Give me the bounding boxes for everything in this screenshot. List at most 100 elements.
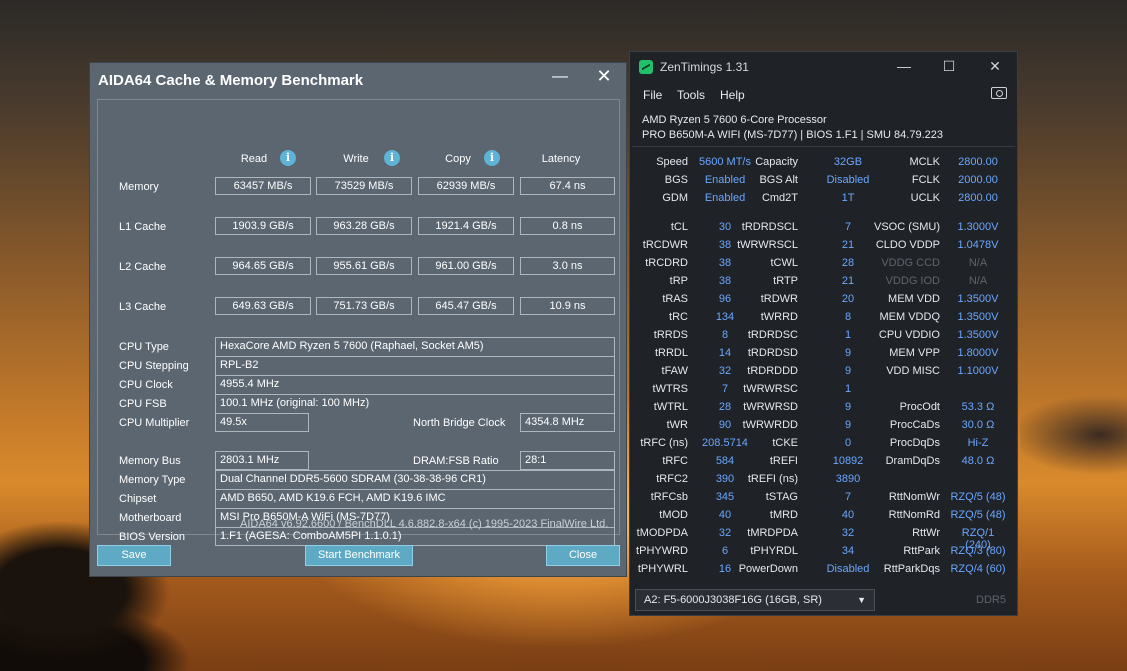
aida64-window: AIDA64 Cache & Memory Benchmark — ✕ Read… bbox=[89, 62, 627, 577]
memory-type-label: Memory Type bbox=[119, 474, 186, 486]
l3-latency-value: 10.9 ns bbox=[520, 297, 615, 315]
timing-label: PowerDown bbox=[738, 563, 798, 575]
summary-label: Speed bbox=[656, 156, 688, 168]
timing-value: 9 bbox=[844, 401, 852, 413]
zentimings-titlebar[interactable]: ZenTimings 1.31 — ☐ ✕ bbox=[630, 52, 1017, 82]
cpu-stepping-value: RPL-B2 bbox=[215, 356, 615, 375]
row-label-memory: Memory bbox=[119, 181, 159, 193]
timing-value: 1.3500V bbox=[957, 311, 999, 323]
summary-label: Capacity bbox=[755, 156, 798, 168]
l3-copy-value: 645.47 GB/s bbox=[418, 297, 514, 315]
timing-label: tMOD bbox=[659, 509, 688, 521]
timing-label: RttNomRd bbox=[888, 509, 940, 521]
timing-label: tWRRD bbox=[760, 311, 798, 323]
close-icon[interactable]: ✕ bbox=[594, 66, 614, 87]
timing-value: 32 bbox=[841, 527, 855, 539]
dimm-select[interactable]: A2: F5-6000J3038F16G (16GB, SR) ▼ bbox=[635, 589, 875, 611]
write-info-icon[interactable]: i bbox=[384, 150, 400, 166]
summary-value: 2000.00 bbox=[958, 174, 998, 186]
l2-read-value: 964.65 GB/s bbox=[215, 257, 311, 275]
zentimings-logo-icon bbox=[639, 60, 653, 74]
timing-label: tRRDS bbox=[653, 329, 688, 341]
header-divider bbox=[632, 146, 1015, 147]
row-label-l1: L1 Cache bbox=[119, 221, 167, 233]
timing-value: 1 bbox=[844, 329, 852, 341]
timing-value: 1.3000V bbox=[957, 221, 999, 233]
dimm-select-value: A2: F5-6000J3038F16G (16GB, SR) bbox=[644, 594, 822, 606]
timing-label: tRFC2 bbox=[656, 473, 688, 485]
timing-value: RZQ/5 (48) bbox=[950, 509, 1006, 521]
timing-label: tPHYWRL bbox=[637, 563, 688, 575]
close-button[interactable]: Close bbox=[546, 545, 620, 566]
chipset-label: Chipset bbox=[119, 493, 157, 505]
timing-label: ProcOdt bbox=[899, 401, 940, 413]
timing-label: RttParkDqs bbox=[883, 563, 940, 575]
timing-label: RttPark bbox=[903, 545, 940, 557]
timing-value: N/A bbox=[968, 275, 988, 287]
start-benchmark-button[interactable]: Start Benchmark bbox=[305, 545, 413, 566]
cpu-clock-value: 4955.4 MHz bbox=[215, 375, 615, 394]
minimize-icon[interactable]: — bbox=[550, 68, 570, 86]
timing-label: VSOC (SMU) bbox=[874, 221, 940, 233]
memory-write-value: 73529 MB/s bbox=[316, 177, 412, 195]
l3-read-value: 649.63 GB/s bbox=[215, 297, 311, 315]
l3-write-value: 751.73 GB/s bbox=[316, 297, 412, 315]
memory-copy-value: 62939 MB/s bbox=[418, 177, 514, 195]
cpu-name: AMD Ryzen 5 7600 6-Core Processor bbox=[642, 114, 827, 126]
timing-label: tRDRDSC bbox=[747, 329, 798, 341]
timing-value: 48.0 Ω bbox=[961, 455, 995, 467]
timing-value: 30.0 Ω bbox=[961, 419, 995, 431]
dram-ratio-value: 28:1 bbox=[520, 451, 615, 470]
summary-value: 2800.00 bbox=[958, 156, 998, 168]
minimize-icon[interactable]: — bbox=[894, 58, 914, 74]
timing-label: RttWr bbox=[912, 527, 940, 539]
close-icon[interactable]: ✕ bbox=[985, 58, 1005, 75]
timing-label: tRFC (ns) bbox=[640, 437, 688, 449]
timing-label: tWR bbox=[666, 419, 688, 431]
timing-label: tRAS bbox=[662, 293, 688, 305]
timing-label: MEM VDD bbox=[888, 293, 940, 305]
menu-tools[interactable]: Tools bbox=[677, 88, 705, 102]
timing-label: tMRD bbox=[769, 509, 798, 521]
timing-label: VDD MISC bbox=[886, 365, 940, 377]
screenshot-camera-icon[interactable] bbox=[991, 87, 1007, 99]
maximize-icon[interactable]: ☐ bbox=[939, 58, 959, 75]
timing-label: tWTRL bbox=[653, 401, 688, 413]
timing-label: RttNomWr bbox=[888, 491, 940, 503]
timing-value: 10892 bbox=[832, 455, 864, 467]
timing-label: tMODPDA bbox=[636, 527, 688, 539]
timing-label: tRDRDSD bbox=[747, 347, 798, 359]
read-info-icon[interactable]: i bbox=[280, 150, 296, 166]
menu-help[interactable]: Help bbox=[720, 88, 745, 102]
menu-file[interactable]: File bbox=[643, 88, 662, 102]
summary-label: GDM bbox=[662, 192, 688, 204]
timing-value: 20 bbox=[841, 293, 855, 305]
memory-bus-value: 2803.1 MHz bbox=[215, 451, 309, 470]
timing-label: DramDqDs bbox=[885, 455, 940, 467]
timing-label: MEM VDDQ bbox=[879, 311, 941, 323]
l1-latency-value: 0.8 ns bbox=[520, 217, 615, 235]
timing-label: tWRWRSC bbox=[743, 383, 798, 395]
timing-label: ProcDqDs bbox=[889, 437, 940, 449]
timing-label: tREFI bbox=[769, 455, 798, 467]
timing-value: 1.3500V bbox=[957, 329, 999, 341]
aida64-titlebar[interactable]: AIDA64 Cache & Memory Benchmark — ✕ bbox=[90, 63, 626, 97]
timing-label: tSTAG bbox=[765, 491, 798, 503]
timing-value: 7 bbox=[844, 491, 852, 503]
copy-info-icon[interactable]: i bbox=[484, 150, 500, 166]
cpu-type-label: CPU Type bbox=[119, 341, 169, 353]
timing-label: tPHYRDL bbox=[750, 545, 798, 557]
l2-latency-value: 3.0 ns bbox=[520, 257, 615, 275]
timing-label: tFAW bbox=[661, 365, 688, 377]
chevron-down-icon: ▼ bbox=[857, 595, 866, 605]
l1-write-value: 963.28 GB/s bbox=[316, 217, 412, 235]
summary-label: UCLK bbox=[910, 192, 940, 204]
timing-value: 28 bbox=[841, 257, 855, 269]
timing-label: tRTP bbox=[773, 275, 798, 287]
memory-read-value: 63457 MB/s bbox=[215, 177, 311, 195]
aida64-title: AIDA64 Cache & Memory Benchmark bbox=[98, 72, 364, 89]
cpu-fsb-label: CPU FSB bbox=[119, 398, 167, 410]
l2-write-value: 955.61 GB/s bbox=[316, 257, 412, 275]
save-button[interactable]: Save bbox=[97, 545, 171, 566]
cpu-multiplier-value: 49.5x bbox=[215, 413, 309, 432]
